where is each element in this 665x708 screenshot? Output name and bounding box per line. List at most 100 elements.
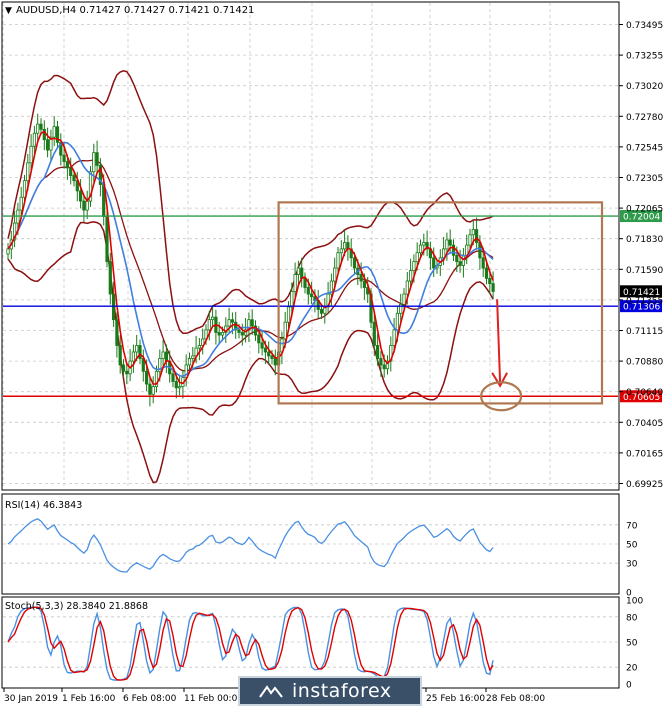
candle-body <box>151 386 155 395</box>
time-tick-label: 25 Feb 16:00 <box>426 694 485 704</box>
candle-body <box>95 152 99 166</box>
candle-body <box>290 291 294 308</box>
candle-body <box>382 364 386 370</box>
candle-body <box>468 234 472 246</box>
candle-body <box>217 332 221 336</box>
candle-body <box>105 216 109 263</box>
price-tick-label: 0.72305 <box>626 174 663 184</box>
time-tick-label: 30 Jan 2019 <box>4 694 58 704</box>
stoch-tick-label: 80 <box>626 613 638 623</box>
candle-body <box>418 244 423 254</box>
rsi-tick-label: 30 <box>626 560 638 570</box>
candle-body <box>296 267 301 275</box>
instaforex-logo-icon <box>259 685 283 698</box>
stoch-tick-label: 20 <box>626 664 638 674</box>
candle-body <box>402 293 406 305</box>
candle-body <box>210 316 215 321</box>
candle-body <box>197 345 201 349</box>
candle-body <box>144 370 149 385</box>
candle-body <box>36 123 40 134</box>
candle-body <box>250 319 254 327</box>
candle-body <box>471 229 475 236</box>
candle-body <box>392 329 396 346</box>
candle-body <box>52 126 56 138</box>
candle-body <box>19 196 23 211</box>
candle-body <box>85 200 89 211</box>
candle-body <box>115 319 119 346</box>
candle-body <box>422 242 426 246</box>
candle-body <box>379 358 383 366</box>
rsi-tick-label: 50 <box>626 541 638 551</box>
candle-body <box>306 287 310 295</box>
candle-body <box>458 261 462 266</box>
candle-body <box>164 351 168 362</box>
candle-body <box>46 139 50 151</box>
candle-body <box>448 239 452 246</box>
candle-body <box>131 351 135 362</box>
main-chart-frame[interactable] <box>1 1 620 491</box>
rsi-axis: 7050300 <box>626 521 638 598</box>
price-tick-label: 0.71590 <box>626 266 663 276</box>
candle-body <box>408 270 413 282</box>
candle-body <box>177 386 182 389</box>
rsi-tick-label: 70 <box>626 521 638 531</box>
price-tick-label: 0.72065 <box>626 205 663 215</box>
stoch-tick-label: 0 <box>626 681 632 691</box>
price-tick-label: 0.71115 <box>626 327 663 337</box>
candle-body <box>267 351 271 357</box>
candle-body <box>6 248 10 255</box>
candle-body <box>309 293 314 298</box>
candle-body <box>293 274 297 292</box>
watermark-text: instaforex <box>292 680 392 702</box>
candle-body <box>112 293 116 321</box>
candle-body <box>455 254 459 263</box>
candle-body <box>319 309 324 314</box>
candle-body <box>339 248 343 254</box>
candle-body <box>39 123 43 130</box>
menu-triangle-icon[interactable]: ▼ <box>5 6 12 16</box>
candle-body <box>108 261 112 295</box>
chart-canvas: 0.720040.713060.706050.71421 0.734950.73… <box>1 1 663 704</box>
candle-body <box>79 190 83 202</box>
candle-body <box>342 242 347 250</box>
candle-body <box>372 321 376 346</box>
price-tick-label: 0.73495 <box>626 21 663 31</box>
candle-body <box>187 358 192 366</box>
candle-body <box>283 321 287 340</box>
price-tick-label: 0.70640 <box>626 388 663 398</box>
candle-body <box>82 200 86 211</box>
price-tick-label: 0.70880 <box>626 358 663 368</box>
candle-body <box>171 373 175 382</box>
candle-body <box>29 145 33 164</box>
symbol-info: AUDUSD,H4 0.71427 0.71427 0.71421 0.7142… <box>16 5 254 16</box>
candle-body <box>135 345 139 353</box>
candle-body <box>488 278 492 285</box>
candle-body <box>121 364 126 372</box>
price-tick-label: 0.73255 <box>626 52 663 62</box>
candle-body <box>227 319 231 327</box>
price-tick-label: 0.72780 <box>626 113 663 123</box>
price-tick-label: 0.71355 <box>626 296 663 306</box>
candle-body <box>412 261 416 272</box>
candle-body <box>240 332 244 336</box>
candle-body <box>207 319 211 331</box>
candle-body <box>445 239 449 250</box>
candle-body <box>481 257 485 269</box>
candle-body <box>352 257 357 269</box>
candle-body <box>362 280 367 288</box>
time-tick-label: 1 Feb 16:00 <box>62 694 116 704</box>
candle-body <box>395 312 400 331</box>
candle-body <box>273 358 277 366</box>
candle-body <box>62 154 66 162</box>
candle-body <box>138 345 142 359</box>
stoch-label: Stoch(5,3,3) 28.3840 21.8868 <box>5 601 148 612</box>
candle-body <box>65 161 69 169</box>
candle-body <box>69 167 73 176</box>
stoch-tick-label: 50 <box>626 639 638 649</box>
candle-body <box>92 152 96 173</box>
price-tick-label: 0.73020 <box>626 82 663 92</box>
rsi-label: RSI(14) 46.3843 <box>5 500 82 511</box>
candle-body <box>125 370 129 375</box>
candle-body <box>26 162 30 182</box>
candle-body <box>257 334 261 344</box>
